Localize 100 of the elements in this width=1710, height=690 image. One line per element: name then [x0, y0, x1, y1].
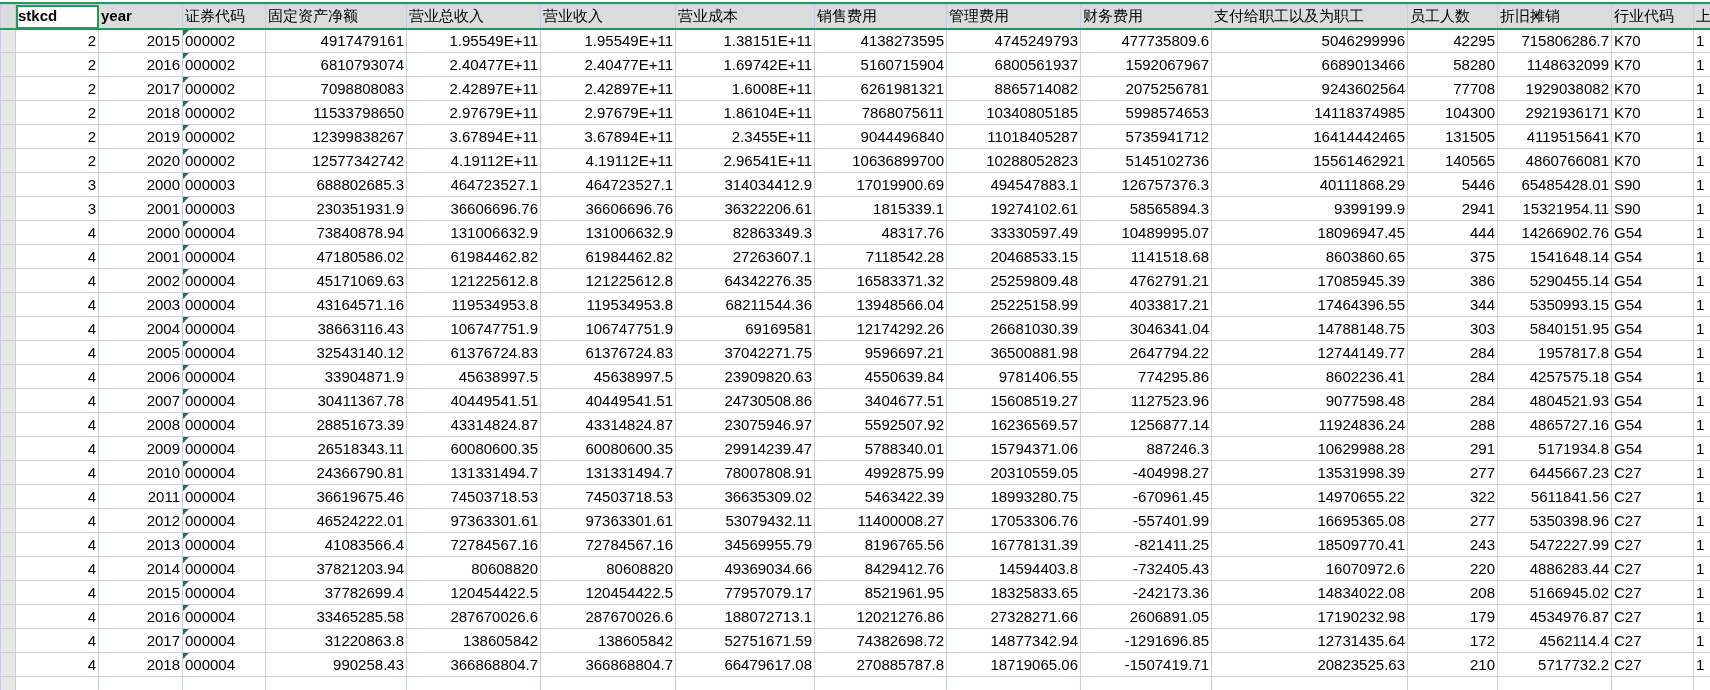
column-header[interactable]: 固定资产净额 — [265, 4, 407, 29]
cell-value: 5592507.92 — [864, 415, 944, 433]
cell-value: 000003 — [185, 175, 236, 193]
row-header[interactable] — [0, 316, 16, 341]
cell-value: 887246.3 — [1146, 439, 1209, 457]
column-header[interactable]: 行业代码 — [1611, 4, 1694, 29]
row-header[interactable] — [0, 76, 16, 101]
cell-value: 1.38151E+11 — [723, 31, 812, 49]
cell-value: 5171934.8 — [1538, 439, 1609, 457]
cell-value: 4 — [87, 559, 96, 577]
cell-value: 27328271.66 — [990, 607, 1078, 625]
cell-value: 2014 — [146, 559, 180, 577]
cell-value: K70 — [1614, 79, 1641, 97]
row-header[interactable] — [0, 460, 16, 485]
cell-value: 7098808083 — [320, 79, 404, 97]
column-header[interactable]: 财务费用 — [1080, 4, 1212, 29]
row-header[interactable] — [0, 604, 16, 629]
cell-value: 1 — [1696, 103, 1705, 121]
cell-value: 2.42897E+11 — [449, 79, 538, 97]
cell-value: 10489995.07 — [1121, 223, 1209, 241]
cell-value: 36635309.02 — [724, 487, 812, 505]
row-header[interactable] — [0, 28, 16, 53]
cell-value: 131505 — [1444, 127, 1495, 145]
cell-value: 80608820 — [606, 559, 673, 577]
row-header[interactable] — [0, 436, 16, 461]
cell-value: 36606696.76 — [450, 199, 538, 217]
column-header[interactable]: year — [98, 4, 183, 29]
cell-value: 2009 — [146, 439, 180, 457]
row-header[interactable] — [0, 364, 16, 389]
cell-value: 43314824.87 — [585, 415, 673, 433]
row-header[interactable] — [0, 292, 16, 317]
cell-value: 131331494.7 — [585, 463, 673, 481]
cell-value: 284 — [1469, 367, 1495, 385]
cell-value: 1 — [1696, 487, 1705, 505]
cell-value: 000004 — [185, 271, 236, 289]
column-header[interactable]: 证券代码 — [182, 4, 266, 29]
row-header[interactable] — [0, 100, 16, 125]
row-header[interactable] — [0, 628, 16, 653]
cell-value: 000004 — [185, 583, 236, 601]
cell-value: 4534976.87 — [1529, 607, 1609, 625]
cell-value: 3.67894E+11 — [584, 127, 673, 145]
cell-value: 4 — [87, 295, 96, 313]
cell-value: 6689013466 — [1321, 55, 1405, 73]
cell-value: 1148632099 — [1526, 55, 1609, 73]
cell-value: 58280 — [1453, 55, 1495, 73]
column-header[interactable]: stkcd — [15, 4, 99, 29]
row-header[interactable] — [0, 508, 16, 533]
row-header[interactable] — [0, 220, 16, 245]
cell-value: 2647794.22 — [1129, 343, 1209, 361]
row-header[interactable] — [0, 196, 16, 221]
row-header[interactable] — [0, 172, 16, 197]
row-header[interactable] — [0, 652, 16, 677]
cell-value: 000004 — [185, 631, 236, 649]
column-header[interactable]: 营业收入 — [540, 4, 676, 29]
cell-value: 4865727.16 — [1529, 415, 1609, 433]
cell-value: 25259809.48 — [990, 271, 1078, 289]
cell-value: 6445667.23 — [1529, 463, 1609, 481]
row-header[interactable] — [0, 556, 16, 581]
cell-value: 10636899700 — [852, 151, 944, 169]
cell-value: 14788148.75 — [1317, 319, 1405, 337]
cell-value: 284 — [1469, 391, 1495, 409]
cell-value: 2019 — [146, 127, 180, 145]
row-header[interactable] — [0, 52, 16, 77]
row-header[interactable] — [0, 268, 16, 293]
cell-value: 1.86104E+11 — [723, 103, 812, 121]
cell-value: 73840878.94 — [316, 223, 404, 241]
row-header[interactable] — [0, 532, 16, 557]
cell-value: 2 — [87, 55, 96, 73]
row-header[interactable] — [0, 244, 16, 269]
column-header[interactable]: 营业成本 — [675, 4, 815, 29]
row-header[interactable] — [0, 148, 16, 173]
cell-value: 4138273595 — [860, 31, 944, 49]
cell-value: 1 — [1696, 367, 1705, 385]
row-header[interactable] — [0, 340, 16, 365]
column-header[interactable]: 管理费用 — [946, 4, 1081, 29]
cell-value: 2012 — [146, 511, 180, 529]
row-header[interactable] — [0, 484, 16, 509]
row-header[interactable] — [0, 388, 16, 413]
column-header[interactable]: 营业总收入 — [406, 4, 541, 29]
cell-value: 69169581 — [745, 319, 812, 337]
row-header[interactable] — [0, 412, 16, 437]
column-header[interactable]: 支付给职工以及为职工 — [1211, 4, 1408, 29]
cell-value: 2003 — [146, 295, 180, 313]
cell-value: 2.40477E+11 — [584, 55, 673, 73]
cell-value: 2.97679E+11 — [584, 103, 673, 121]
row-header[interactable] — [0, 580, 16, 605]
cell-value: G54 — [1614, 319, 1643, 337]
column-header[interactable]: 员工人数 — [1407, 4, 1498, 29]
cell-value: 15794371.06 — [990, 439, 1078, 457]
cell-value: 30411367.78 — [317, 391, 404, 409]
cell-value: 2 — [87, 31, 96, 49]
column-header[interactable]: 销售费用 — [814, 4, 947, 29]
cell-value: 2005 — [146, 343, 180, 361]
cell-value: 288 — [1469, 415, 1495, 433]
cell-value: 366868804.7 — [585, 655, 673, 673]
cell-value: 6800561937 — [994, 55, 1078, 73]
column-header[interactable]: 折旧摊销 — [1497, 4, 1612, 29]
cell-value: 13948566.04 — [856, 295, 944, 313]
row-header[interactable] — [0, 124, 16, 149]
cell-value: 20310559.05 — [990, 463, 1078, 481]
